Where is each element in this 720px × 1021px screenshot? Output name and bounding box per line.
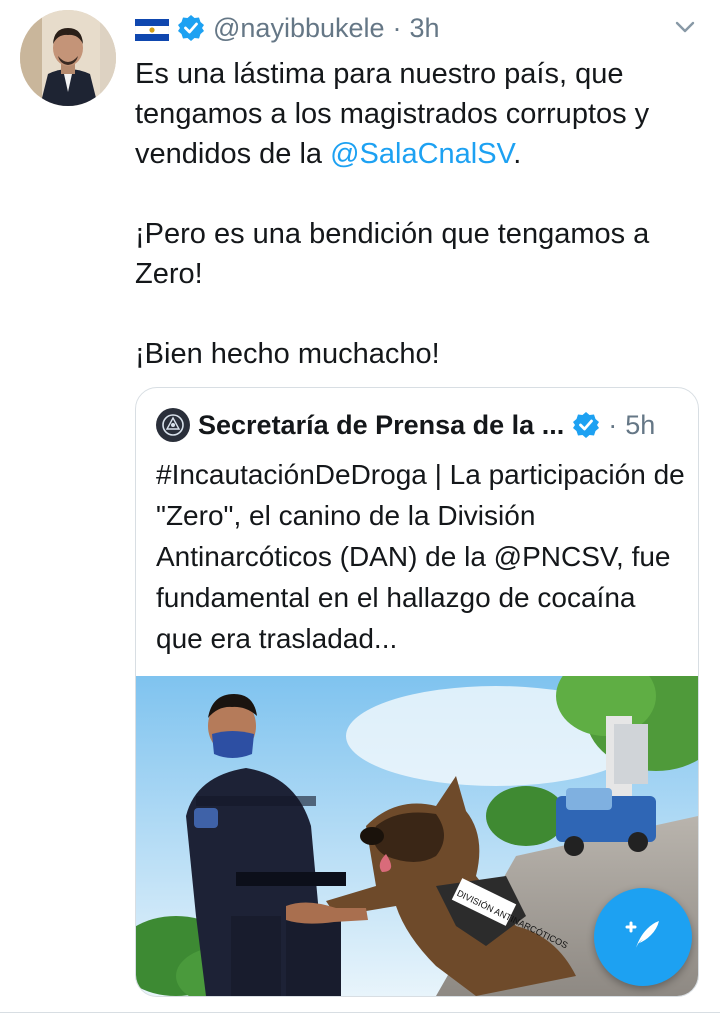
quoted-author-avatar[interactable] xyxy=(156,408,190,442)
compose-tweet-icon xyxy=(621,913,665,962)
mention-link[interactable]: @SalaCnalSV xyxy=(330,138,513,170)
tweet-body: Es una lástima para nuestro país, que te… xyxy=(135,54,695,374)
verified-badge-icon xyxy=(177,14,205,42)
tweet-paragraph-3: ¡Bien hecho muchacho! xyxy=(135,338,440,370)
verified-badge-icon xyxy=(572,411,600,439)
compose-tweet-button[interactable] xyxy=(594,888,692,986)
tweet-paragraph-1: Es una lástima para nuestro país, que te… xyxy=(135,54,695,174)
quoted-author-name[interactable]: Secretaría de Prensa de la ... xyxy=(198,410,564,441)
tweet-paragraph-2: ¡Pero es una bendición que tengamos a Ze… xyxy=(135,218,650,290)
bottom-divider xyxy=(0,1012,720,1013)
quoted-tweet-header: Secretaría de Prensa de la ... · 5h xyxy=(156,406,655,444)
chevron-down-icon[interactable] xyxy=(672,14,698,40)
author-avatar[interactable] xyxy=(20,10,116,106)
tweet-paragraph-1-end: . xyxy=(513,138,522,170)
tweet-header: @nayibbukele · 3h xyxy=(134,8,440,48)
header-separator: · xyxy=(392,12,402,43)
author-handle[interactable]: @nayibbukele xyxy=(213,13,385,44)
quoted-timestamp[interactable]: 5h xyxy=(625,410,655,441)
quoted-tweet-text: #IncautaciónDeDroga | La participación d… xyxy=(156,459,685,654)
quoted-separator: · xyxy=(608,409,618,440)
tweet-timestamp[interactable]: 3h xyxy=(410,13,440,44)
el-salvador-flag-icon xyxy=(134,17,170,42)
